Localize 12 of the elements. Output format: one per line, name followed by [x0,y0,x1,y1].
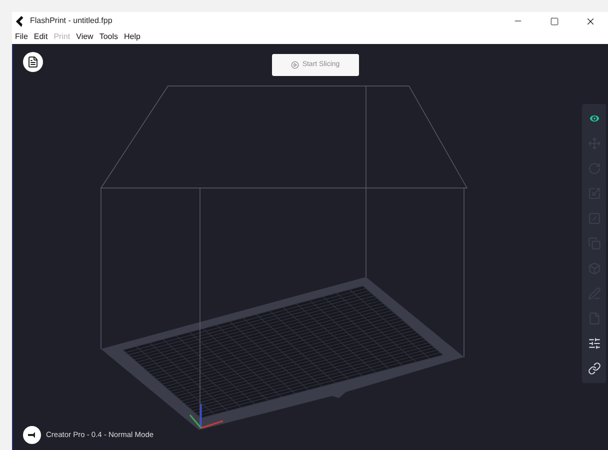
menu-item[interactable]: File [15,31,28,43]
app-logo-icon [15,16,26,26]
play-icon [291,61,300,69]
file-button[interactable] [23,52,43,72]
menu-item[interactable]: Tools [99,31,118,43]
window-title: FlashPrint - untitled.fpp [30,15,112,27]
document-icon [27,56,39,68]
menu-item[interactable]: Help [124,31,140,43]
maximize-icon [550,16,558,26]
menu-item[interactable]: View [76,31,94,43]
close-icon [584,16,596,26]
menu-item[interactable]: Edit [34,31,48,43]
